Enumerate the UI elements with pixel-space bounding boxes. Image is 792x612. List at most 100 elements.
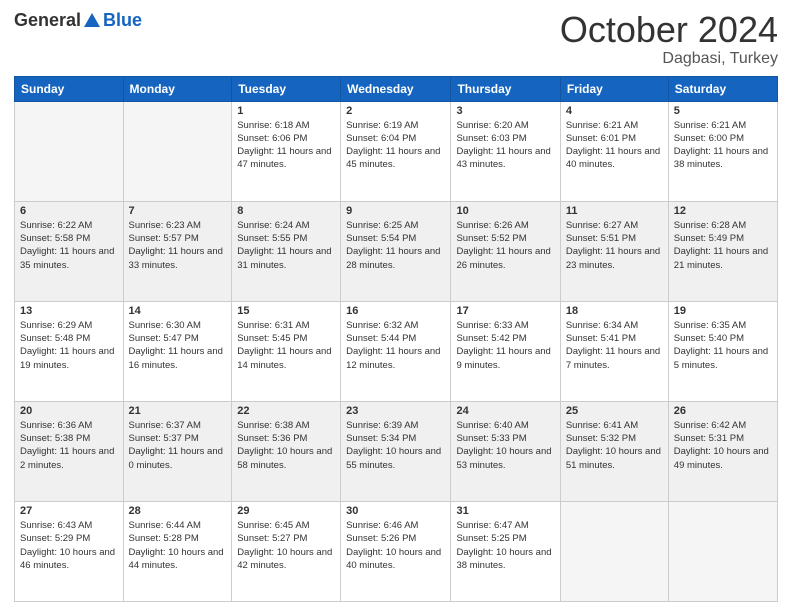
weekday-monday: Monday (123, 76, 232, 101)
day-number: 23 (346, 405, 445, 417)
day-info: Sunrise: 6:38 AMSunset: 5:36 PMDaylight:… (237, 419, 335, 472)
day-info: Sunrise: 6:35 AMSunset: 5:40 PMDaylight:… (674, 319, 772, 372)
calendar-cell: 20Sunrise: 6:36 AMSunset: 5:38 PMDayligh… (15, 401, 124, 501)
day-info: Sunrise: 6:32 AMSunset: 5:44 PMDaylight:… (346, 319, 445, 372)
day-info: Sunrise: 6:23 AMSunset: 5:57 PMDaylight:… (129, 219, 227, 272)
calendar-cell: 11 Sunrise: 6:27 AMSunset: 5:51 PMDayligh… (560, 201, 668, 301)
logo-general: General (14, 10, 81, 31)
logo: General Blue (14, 10, 142, 31)
day-number: 27 (20, 505, 118, 517)
day-number: 31 (456, 505, 554, 517)
week-row-2: 6Sunrise: 6:22 AMSunset: 5:58 PMDaylight… (15, 201, 778, 301)
calendar-cell: 4 Sunrise: 6:21 AMSunset: 6:01 PMDaylight… (560, 101, 668, 201)
day-number: 5 (674, 105, 772, 117)
day-number: 17 (456, 305, 554, 317)
calendar-cell (15, 101, 124, 201)
day-number: 11 (566, 205, 663, 217)
weekday-saturday: Saturday (668, 76, 777, 101)
calendar-cell: 29Sunrise: 6:45 AMSunset: 5:27 PMDayligh… (232, 501, 341, 601)
day-number: 30 (346, 505, 445, 517)
calendar-cell: 23 Sunrise: 6:39 AMSunset: 5:34 PMDayligh… (341, 401, 451, 501)
week-row-3: 13Sunrise: 6:29 AMSunset: 5:48 PMDayligh… (15, 301, 778, 401)
calendar-cell: 12 Sunrise: 6:28 AMSunset: 5:49 PMDayligh… (668, 201, 777, 301)
day-info: Sunrise: 6:43 AMSunset: 5:29 PMDaylight:… (20, 519, 118, 572)
calendar-cell: 16 Sunrise: 6:32 AMSunset: 5:44 PMDayligh… (341, 301, 451, 401)
day-info: Sunrise: 6:46 AMSunset: 5:26 PMDaylight:… (346, 519, 445, 572)
day-info: Sunrise: 6:42 AMSunset: 5:31 PMDaylight:… (674, 419, 772, 472)
calendar-cell: 18 Sunrise: 6:34 AMSunset: 5:41 PMDayligh… (560, 301, 668, 401)
day-number: 25 (566, 405, 663, 417)
day-info: Sunrise: 6:33 AMSunset: 5:42 PMDaylight:… (456, 319, 554, 372)
day-info: Sunrise: 6:39 AMSunset: 5:34 PMDaylight:… (346, 419, 445, 472)
calendar-cell (668, 501, 777, 601)
calendar-cell: 14Sunrise: 6:30 AMSunset: 5:47 PMDayligh… (123, 301, 232, 401)
day-number: 13 (20, 305, 118, 317)
calendar-cell: 15Sunrise: 6:31 AMSunset: 5:45 PMDayligh… (232, 301, 341, 401)
week-row-4: 20Sunrise: 6:36 AMSunset: 5:38 PMDayligh… (15, 401, 778, 501)
logo-area: General Blue (14, 10, 142, 31)
calendar-cell (123, 101, 232, 201)
day-info: Sunrise: 6:27 AMSunset: 5:51 PMDaylight:… (566, 219, 663, 272)
day-info: Sunrise: 6:28 AMSunset: 5:49 PMDaylight:… (674, 219, 772, 272)
location-title: Dagbasi, Turkey (560, 50, 778, 68)
calendar-cell: 10Sunrise: 6:26 AMSunset: 5:52 PMDayligh… (451, 201, 560, 301)
calendar-cell: 8Sunrise: 6:24 AMSunset: 5:55 PMDaylight… (232, 201, 341, 301)
day-number: 18 (566, 305, 663, 317)
day-info: Sunrise: 6:20 AMSunset: 6:03 PMDaylight:… (456, 119, 554, 172)
day-number: 16 (346, 305, 445, 317)
day-number: 7 (129, 205, 227, 217)
day-info: Sunrise: 6:25 AMSunset: 5:54 PMDaylight:… (346, 219, 445, 272)
day-info: Sunrise: 6:36 AMSunset: 5:38 PMDaylight:… (20, 419, 118, 472)
calendar-cell: 22 Sunrise: 6:38 AMSunset: 5:36 PMDayligh… (232, 401, 341, 501)
day-info: Sunrise: 6:47 AMSunset: 5:25 PMDaylight:… (456, 519, 554, 572)
calendar-cell: 9 Sunrise: 6:25 AMSunset: 5:54 PMDaylight… (341, 201, 451, 301)
weekday-header-row: SundayMondayTuesdayWednesdayThursdayFrid… (15, 76, 778, 101)
day-number: 26 (674, 405, 772, 417)
week-row-1: 1Sunrise: 6:18 AMSunset: 6:06 PMDaylight… (15, 101, 778, 201)
calendar-cell: 5 Sunrise: 6:21 AMSunset: 6:00 PMDaylight… (668, 101, 777, 201)
logo-blue: Blue (103, 10, 142, 31)
day-info: Sunrise: 6:21 AMSunset: 6:00 PMDaylight:… (674, 119, 772, 172)
day-number: 2 (346, 105, 445, 117)
day-number: 22 (237, 405, 335, 417)
day-info: Sunrise: 6:41 AMSunset: 5:32 PMDaylight:… (566, 419, 663, 472)
day-number: 6 (20, 205, 118, 217)
calendar-cell: 7 Sunrise: 6:23 AMSunset: 5:57 PMDaylight… (123, 201, 232, 301)
calendar-cell: 27 Sunrise: 6:43 AMSunset: 5:29 PMDayligh… (15, 501, 124, 601)
weekday-friday: Friday (560, 76, 668, 101)
day-info: Sunrise: 6:31 AMSunset: 5:45 PMDaylight:… (237, 319, 335, 372)
day-number: 8 (237, 205, 335, 217)
day-info: Sunrise: 6:45 AMSunset: 5:27 PMDaylight:… (237, 519, 335, 572)
day-info: Sunrise: 6:19 AMSunset: 6:04 PMDaylight:… (346, 119, 445, 172)
header: General Blue October 2024 Dagbasi, Turke… (14, 10, 778, 68)
calendar-cell: 28Sunrise: 6:44 AMSunset: 5:28 PMDayligh… (123, 501, 232, 601)
day-info: Sunrise: 6:40 AMSunset: 5:33 PMDaylight:… (456, 419, 554, 472)
calendar-cell: 2 Sunrise: 6:19 AMSunset: 6:04 PMDaylight… (341, 101, 451, 201)
calendar-cell: 3Sunrise: 6:20 AMSunset: 6:03 PMDaylight… (451, 101, 560, 201)
calendar-cell: 25 Sunrise: 6:41 AMSunset: 5:32 PMDayligh… (560, 401, 668, 501)
day-number: 4 (566, 105, 663, 117)
title-area: October 2024 Dagbasi, Turkey (560, 10, 778, 68)
calendar-cell: 30 Sunrise: 6:46 AMSunset: 5:26 PMDayligh… (341, 501, 451, 601)
calendar-cell: 6Sunrise: 6:22 AMSunset: 5:58 PMDaylight… (15, 201, 124, 301)
week-row-5: 27 Sunrise: 6:43 AMSunset: 5:29 PMDayligh… (15, 501, 778, 601)
calendar-cell: 13Sunrise: 6:29 AMSunset: 5:48 PMDayligh… (15, 301, 124, 401)
day-number: 14 (129, 305, 227, 317)
day-number: 9 (346, 205, 445, 217)
day-info: Sunrise: 6:21 AMSunset: 6:01 PMDaylight:… (566, 119, 663, 172)
calendar-cell: 1Sunrise: 6:18 AMSunset: 6:06 PMDaylight… (232, 101, 341, 201)
day-number: 24 (456, 405, 554, 417)
calendar-cell: 19 Sunrise: 6:35 AMSunset: 5:40 PMDayligh… (668, 301, 777, 401)
day-info: Sunrise: 6:18 AMSunset: 6:06 PMDaylight:… (237, 119, 335, 172)
day-info: Sunrise: 6:26 AMSunset: 5:52 PMDaylight:… (456, 219, 554, 272)
day-number: 12 (674, 205, 772, 217)
weekday-wednesday: Wednesday (341, 76, 451, 101)
calendar-cell: 24 Sunrise: 6:40 AMSunset: 5:33 PMDayligh… (451, 401, 560, 501)
day-info: Sunrise: 6:34 AMSunset: 5:41 PMDaylight:… (566, 319, 663, 372)
calendar-cell: 17 Sunrise: 6:33 AMSunset: 5:42 PMDayligh… (451, 301, 560, 401)
day-number: 19 (674, 305, 772, 317)
weekday-tuesday: Tuesday (232, 76, 341, 101)
calendar-table: SundayMondayTuesdayWednesdayThursdayFrid… (14, 76, 778, 602)
day-info: Sunrise: 6:44 AMSunset: 5:28 PMDaylight:… (129, 519, 227, 572)
weekday-sunday: Sunday (15, 76, 124, 101)
